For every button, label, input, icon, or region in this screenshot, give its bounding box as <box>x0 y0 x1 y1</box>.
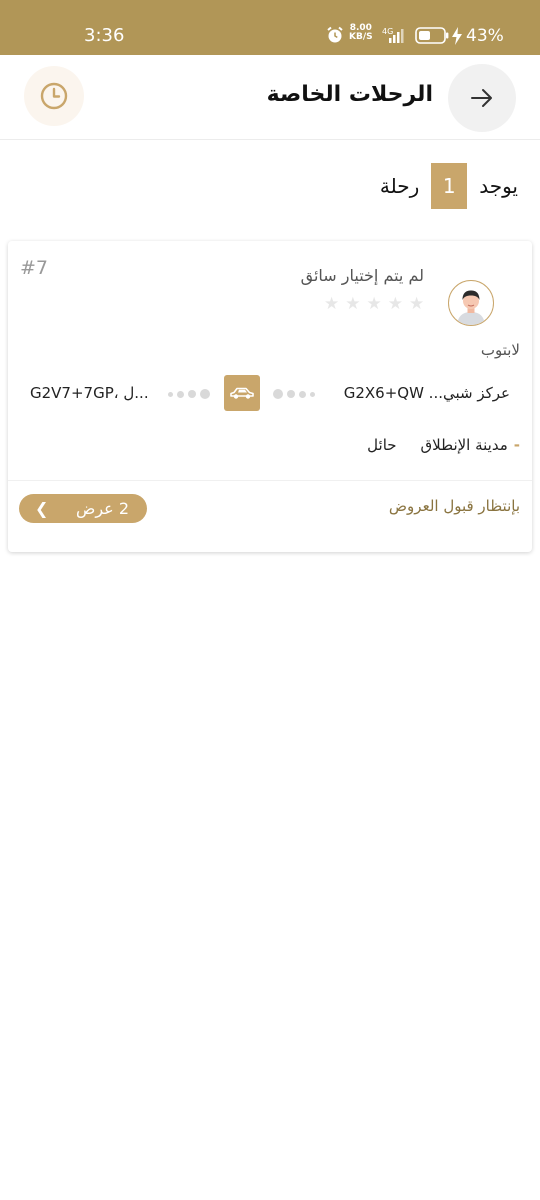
back-button[interactable] <box>448 64 516 132</box>
signal-icon <box>389 29 404 43</box>
speed-unit: KB/S <box>349 32 373 42</box>
status-bar: 3:36 8.00 KB/S 4G 43% <box>0 0 540 55</box>
driver-status: لم يتم إختيار سائق <box>300 266 424 285</box>
dropoff-address: G2V7+7GP، ل... <box>30 384 149 402</box>
history-button[interactable] <box>24 66 84 126</box>
departure-city: - مدينة الإنطلاق حائل <box>367 436 520 454</box>
star-icon: ★ <box>324 294 340 314</box>
star-icon: ★ <box>345 294 361 314</box>
alarm-icon <box>327 26 343 43</box>
city-bullet: - <box>513 436 520 454</box>
departure-city-label: مدينة الإنطلاق <box>420 436 508 454</box>
driver-rating: ★ ★ ★ ★ ★ <box>324 296 424 313</box>
clock-icon <box>40 82 68 110</box>
trip-route: عركز شبي... G2X6+QW G2V7+7GP، ل... <box>8 374 532 414</box>
trips-count-badge: 1 <box>431 163 468 209</box>
car-type: لابتوب <box>480 341 520 359</box>
view-offers-button[interactable]: ❮ 2 عرض <box>19 494 147 523</box>
arrow-right-icon <box>471 89 492 107</box>
car-icon <box>230 387 254 399</box>
network-speed: 8.00 KB/S <box>349 24 373 42</box>
route-dots-right <box>273 389 315 399</box>
trips-count-summary: يوجد 1 رحلة <box>380 163 518 209</box>
battery-icon <box>415 27 449 44</box>
car-badge <box>224 375 260 411</box>
offers-label: 2 عرض <box>76 499 129 518</box>
star-icon: ★ <box>409 294 425 314</box>
route-dots-left <box>168 389 210 399</box>
battery-percent: 43% <box>466 26 504 46</box>
count-suffix: رحلة <box>379 174 420 198</box>
chevron-left-icon: ❮ <box>35 499 49 518</box>
trip-card[interactable]: لم يتم إختيار سائق ★ ★ ★ ★ ★ #7 لابتوب ع… <box>8 241 532 552</box>
card-divider <box>8 480 532 481</box>
departure-city-value: حائل <box>367 436 397 454</box>
driver-avatar <box>448 280 494 326</box>
app-header: الرحلات الخاصة <box>0 55 540 140</box>
charging-icon <box>452 27 462 45</box>
star-icon: ★ <box>387 294 403 314</box>
pickup-address: عركز شبي... G2X6+QW <box>343 384 510 402</box>
page-title: الرحلات الخاصة <box>266 82 433 107</box>
user-avatar-icon <box>457 290 485 325</box>
count-prefix: يوجد <box>479 174 518 198</box>
star-icon: ★ <box>366 294 382 314</box>
trip-number: #7 <box>20 257 49 279</box>
status-time: 3:36 <box>84 25 125 46</box>
trip-status: بإنتظار قبول العروض <box>388 497 520 515</box>
